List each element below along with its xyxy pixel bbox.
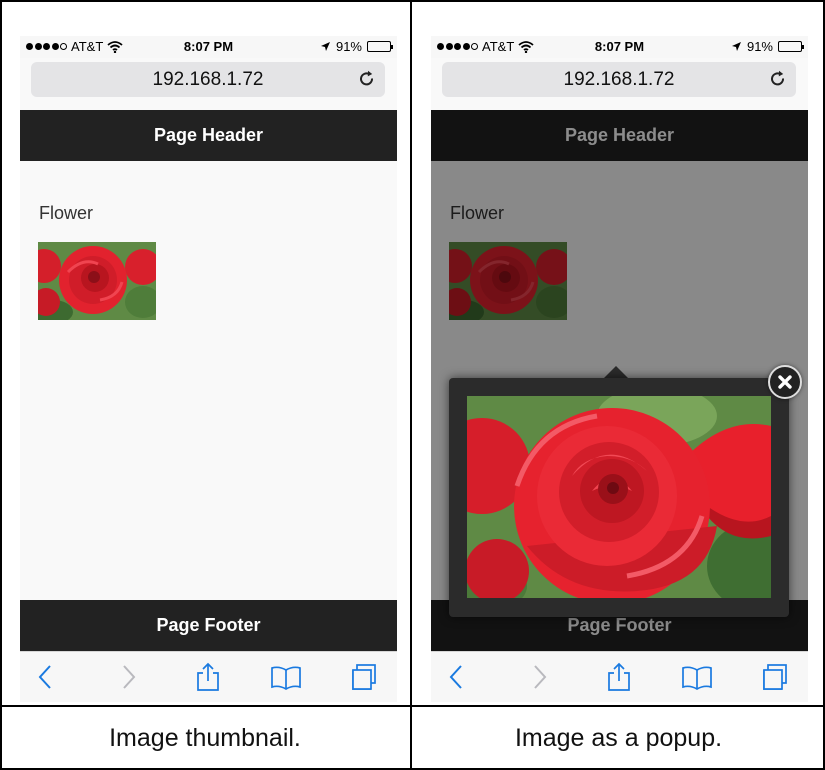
tabs-icon[interactable] (760, 662, 790, 692)
close-popup-button[interactable] (768, 365, 802, 399)
caption-popup: Image as a popup. (514, 724, 723, 752)
flower-popup-image (467, 396, 771, 598)
bookmarks-book-icon[interactable] (271, 662, 301, 692)
flower-thumbnail[interactable] (38, 242, 156, 320)
location-arrow-icon (320, 42, 330, 51)
forward-chevron-icon[interactable] (524, 662, 554, 692)
phone-screen-popup: AT&T 8:07 PM 91% 192.168.1.72 Page Heade… (431, 36, 808, 702)
address-bar[interactable]: 192.168.1.72 (31, 62, 385, 97)
popup-arrow (604, 366, 628, 378)
content-label: Flower (39, 203, 94, 223)
reload-icon[interactable] (357, 69, 377, 89)
page-header: Page Header (20, 110, 397, 161)
forward-chevron-icon[interactable] (113, 662, 143, 692)
battery-percent: 91% (746, 39, 773, 54)
close-x-icon (778, 375, 792, 389)
page-footer: Page Footer (20, 600, 397, 651)
share-icon[interactable] (193, 662, 223, 692)
share-icon[interactable] (604, 662, 634, 692)
phone-screen-thumbnail: AT&T 8:07 PM 91% 192.168.1.72 Page Heade… (20, 36, 397, 702)
vertical-divider (410, 0, 412, 770)
safari-toolbar (431, 651, 808, 702)
back-chevron-icon[interactable] (31, 662, 61, 692)
address-bar[interactable]: 192.168.1.72 (442, 62, 796, 97)
bookmarks-book-icon[interactable] (682, 662, 712, 692)
image-popup (449, 378, 789, 617)
tabs-icon[interactable] (349, 662, 379, 692)
reload-icon[interactable] (768, 69, 788, 89)
status-bar: AT&T 8:07 PM 91% (431, 36, 808, 58)
page-header-title: Page Header (153, 125, 264, 145)
flower-thumbnail-image (38, 242, 156, 320)
url-text: 192.168.1.72 (563, 68, 675, 90)
caption-thumbnail: Image thumbnail. (109, 724, 301, 752)
page-footer-title: Page Footer (156, 615, 261, 635)
url-text: 192.168.1.72 (152, 68, 264, 90)
battery-icon (778, 41, 804, 52)
battery-percent: 91% (335, 39, 362, 54)
safari-toolbar (20, 651, 397, 702)
location-arrow-icon (731, 42, 741, 51)
back-chevron-icon[interactable] (442, 662, 472, 692)
battery-icon (367, 41, 393, 52)
status-bar: AT&T 8:07 PM 91% (20, 36, 397, 58)
